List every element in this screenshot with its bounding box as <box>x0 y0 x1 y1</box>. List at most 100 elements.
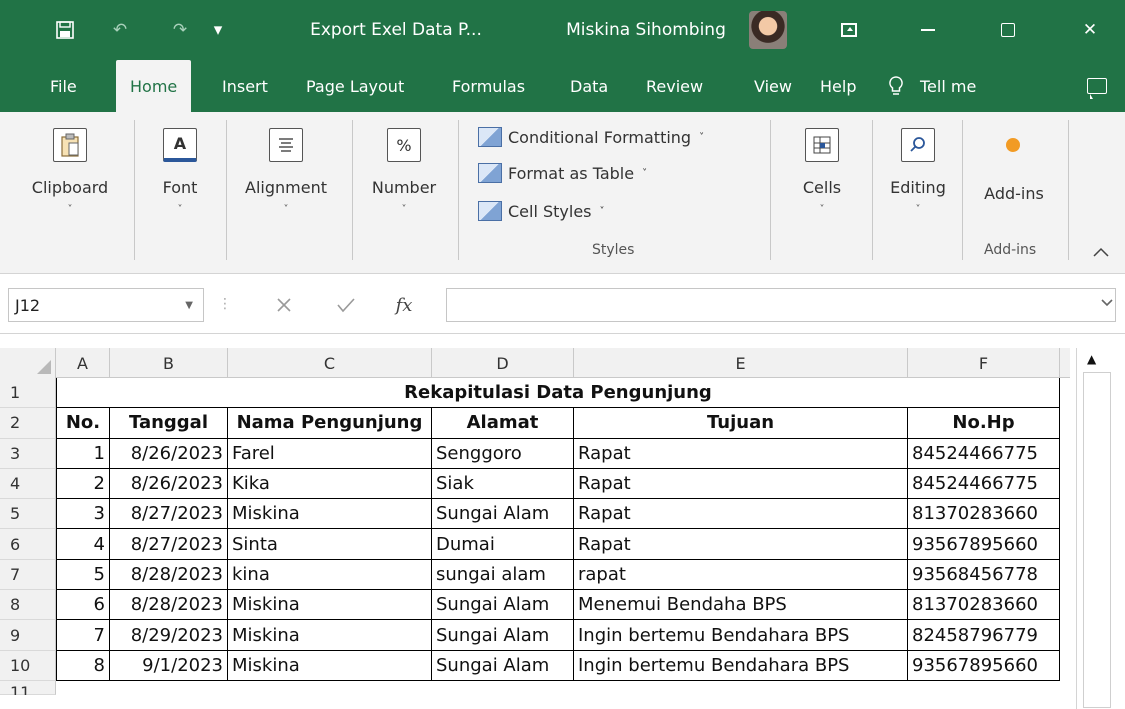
drag-handle-icon[interactable]: ⋮ <box>218 296 232 312</box>
header-cell[interactable]: Tanggal <box>110 408 228 439</box>
select-all-button[interactable] <box>0 348 56 378</box>
cell[interactable]: 6 <box>56 590 110 621</box>
column-header-g[interactable] <box>1060 348 1070 378</box>
chevron-down-icon[interactable]: ▼ <box>185 300 193 311</box>
row-header[interactable]: 5 <box>0 499 56 530</box>
cell[interactable]: Miskina <box>228 590 432 621</box>
header-cell[interactable]: Tujuan <box>574 408 908 439</box>
cell[interactable]: 81370283660 <box>908 499 1060 530</box>
row-header[interactable]: 6 <box>0 529 56 560</box>
undo-icon[interactable]: ↶ <box>98 0 142 60</box>
worksheet-grid[interactable]: A B C D E F 1 Rekapitulasi Data Pengunju… <box>0 334 1125 709</box>
cell[interactable]: 3 <box>56 499 110 530</box>
insert-function-button[interactable]: fx <box>384 288 424 322</box>
tab-data[interactable]: Data <box>570 60 608 112</box>
cell[interactable]: 2 <box>56 468 110 500</box>
cell[interactable]: Ingin bertemu Bendahara BPS <box>574 650 908 681</box>
cell[interactable]: Sinta <box>228 529 432 560</box>
row-header[interactable]: 11 <box>0 680 56 695</box>
cell[interactable]: Sungai Alam <box>432 499 574 530</box>
ribbon-display-options-icon[interactable] <box>834 0 864 60</box>
cell[interactable]: Rapat <box>574 499 908 530</box>
scrollbar-thumb[interactable] <box>1083 372 1111 708</box>
clipboard-group[interactable]: Clipboard ˅ <box>14 112 126 274</box>
cell[interactable]: 8/26/2023 <box>110 468 228 500</box>
cell[interactable]: 1 <box>56 438 110 469</box>
alignment-group[interactable]: Alignment ˅ <box>230 112 342 274</box>
cell[interactable]: Miskina <box>228 650 432 681</box>
save-icon[interactable] <box>50 0 80 60</box>
cell[interactable]: Senggoro <box>432 438 574 469</box>
scroll-up-icon[interactable]: ▲ <box>1087 352 1096 366</box>
comments-icon[interactable] <box>1082 60 1112 112</box>
tab-review[interactable]: Review <box>646 60 703 112</box>
cell[interactable]: Siak <box>432 468 574 500</box>
cell[interactable]: Sungai Alam <box>432 650 574 681</box>
row-header[interactable]: 4 <box>0 468 56 500</box>
cell[interactable]: 81370283660 <box>908 590 1060 621</box>
redo-icon[interactable]: ↷ <box>158 0 202 60</box>
cell[interactable]: 9/1/2023 <box>110 650 228 681</box>
customize-toolbar-icon[interactable]: ▾ <box>206 0 230 60</box>
cell[interactable]: Rapat <box>574 468 908 500</box>
column-header-d[interactable]: D <box>432 348 574 378</box>
cell[interactable]: Sungai Alam <box>432 590 574 621</box>
column-header-e[interactable]: E <box>574 348 908 378</box>
formula-input[interactable] <box>446 288 1116 322</box>
header-cell[interactable]: Nama Pengunjung <box>228 408 432 439</box>
cell[interactable]: 93567895660 <box>908 650 1060 681</box>
sheet-title-cell[interactable]: Rekapitulasi Data Pengunjung <box>56 378 1060 409</box>
row-header[interactable]: 8 <box>0 590 56 621</box>
cell[interactable]: 93567895660 <box>908 529 1060 560</box>
user-name[interactable]: Miskina Sihombing <box>556 0 736 60</box>
cell[interactable]: 82458796779 <box>908 620 1060 651</box>
cell[interactable]: Rapat <box>574 438 908 469</box>
conditional-formatting-button[interactable]: Conditional Formatting ˅ <box>478 124 704 150</box>
enter-check-icon[interactable] <box>326 288 366 322</box>
cell[interactable]: 5 <box>56 559 110 591</box>
collapse-ribbon-icon[interactable] <box>1086 240 1116 264</box>
cell[interactable]: 8/26/2023 <box>110 438 228 469</box>
vertical-scrollbar[interactable]: ▲ <box>1076 348 1116 709</box>
header-cell[interactable]: No. <box>56 408 110 439</box>
editing-group[interactable]: Editing ˅ <box>876 112 960 274</box>
tab-formulas[interactable]: Formulas <box>452 60 525 112</box>
cell[interactable]: 84524466775 <box>908 468 1060 500</box>
tab-help[interactable]: Help <box>820 60 856 112</box>
column-header-c[interactable]: C <box>228 348 432 378</box>
row-header[interactable]: 7 <box>0 559 56 591</box>
row-header[interactable]: 3 <box>0 438 56 469</box>
cell[interactable]: rapat <box>574 559 908 591</box>
cell[interactable]: Sungai Alam <box>432 620 574 651</box>
cell[interactable]: 8/28/2023 <box>110 590 228 621</box>
column-header-f[interactable]: F <box>908 348 1060 378</box>
avatar[interactable] <box>746 0 790 60</box>
cell[interactable]: 4 <box>56 529 110 560</box>
lightbulb-icon[interactable] <box>888 60 904 112</box>
format-as-table-button[interactable]: Format as Table ˅ <box>478 160 647 186</box>
cell[interactable]: 7 <box>56 620 110 651</box>
header-cell[interactable]: No.Hp <box>908 408 1060 439</box>
row-header[interactable]: 2 <box>0 408 56 439</box>
cell[interactable]: kina <box>228 559 432 591</box>
cell[interactable]: Miskina <box>228 620 432 651</box>
expand-formula-bar-icon[interactable] <box>1101 296 1113 310</box>
tab-home[interactable]: Home <box>116 60 192 112</box>
row-header[interactable]: 9 <box>0 620 56 651</box>
tab-insert[interactable]: Insert <box>222 60 268 112</box>
cell-styles-button[interactable]: Cell Styles ˅ <box>478 198 605 224</box>
column-header-b[interactable]: B <box>110 348 228 378</box>
tell-me-search[interactable]: Tell me <box>920 60 976 112</box>
maximize-button[interactable] <box>986 0 1030 60</box>
tab-page-layout[interactable]: Page Layout <box>306 60 404 112</box>
cell[interactable]: 84524466775 <box>908 438 1060 469</box>
cell[interactable]: 8/27/2023 <box>110 499 228 530</box>
cell[interactable]: Farel <box>228 438 432 469</box>
row-header[interactable]: 1 <box>0 378 56 409</box>
close-button[interactable]: ✕ <box>1068 0 1112 60</box>
row-header[interactable]: 10 <box>0 650 56 681</box>
cell[interactable]: 8/27/2023 <box>110 529 228 560</box>
cells-group[interactable]: Cells ˅ <box>776 112 868 274</box>
cell[interactable]: 93568456778 <box>908 559 1060 591</box>
cell[interactable]: 8 <box>56 650 110 681</box>
